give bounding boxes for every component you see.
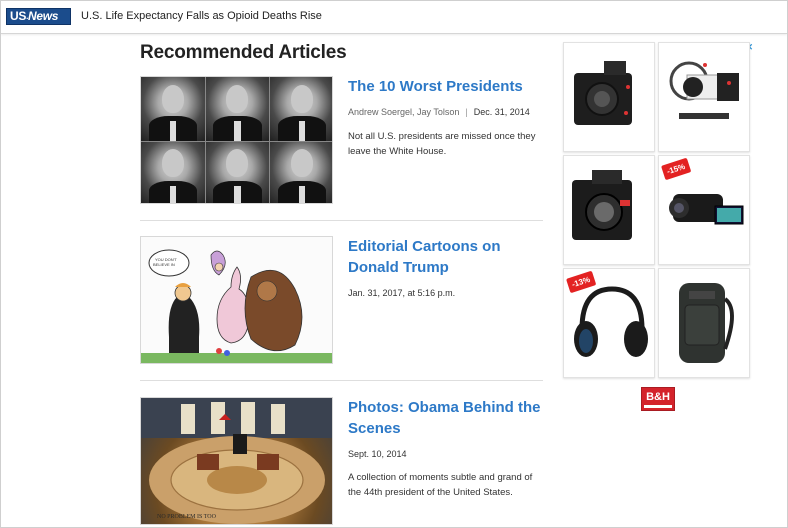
- top-headline-link[interactable]: U.S. Life Expectancy Falls as Opioid Dea…: [81, 10, 322, 22]
- president-portrait: [205, 141, 270, 203]
- top-bar: US.News U.S. Life Expectancy Falls as Op…: [1, 1, 787, 34]
- president-portrait: [141, 77, 205, 141]
- presidents-photo-grid: [141, 77, 332, 203]
- usnews-logo[interactable]: US.News: [6, 8, 71, 25]
- article-meta: Andrew Soergel, Jay Tolson | Dec. 31, 2014: [348, 107, 530, 117]
- ad-product-cinema-camera[interactable]: [563, 42, 655, 152]
- article-date: Sept. 10, 2014: [348, 449, 407, 459]
- article-title-link[interactable]: Photos: Obama Behind the Scenes: [348, 397, 548, 439]
- article-meta: Jan. 31, 2017, at 5:16 p.m.: [348, 288, 455, 298]
- svg-text:BELIEVE IN: BELIEVE IN: [153, 262, 175, 267]
- article-date: Jan. 31, 2017, at 5:16 p.m.: [348, 288, 456, 298]
- ad-product-camcorder[interactable]: -15%: [658, 155, 750, 265]
- article-card: YOU DON'T BELIEVE IN Editorial Cartoons …: [140, 236, 543, 366]
- ad-product-canon-cinema-camera[interactable]: [563, 155, 655, 265]
- bh-logo-text: B&H: [646, 391, 670, 403]
- ad-product-camera-backpack[interactable]: [658, 268, 750, 378]
- ad-panel: ▷✕: [563, 42, 753, 378]
- article-divider: [140, 220, 543, 221]
- article-thumbnail-presidents[interactable]: [140, 76, 333, 204]
- oval-office-photo: NO PROBLEM IS TOO: [141, 398, 332, 524]
- article-description: Not all U.S. presidents are missed once …: [348, 131, 536, 157]
- editorial-cartoon-image: YOU DON'T BELIEVE IN: [141, 237, 332, 363]
- section-title: Recommended Articles: [140, 42, 347, 63]
- meta-separator: |: [465, 107, 468, 117]
- article-thumbnail-oval-office[interactable]: NO PROBLEM IS TOO: [140, 397, 333, 525]
- svg-text:NO PROBLEM IS TOO: NO PROBLEM IS TOO: [157, 514, 217, 520]
- ad-product-camera-rig[interactable]: [658, 42, 750, 152]
- article-authors[interactable]: Andrew Soergel, Jay Tolson: [348, 107, 459, 117]
- article-card: NO PROBLEM IS TOO Photos: Obama Behind t…: [140, 397, 543, 527]
- article-card: The 10 Worst Presidents Andrew Soergel, …: [140, 76, 543, 206]
- logo-us-text: US: [10, 9, 27, 23]
- article-meta: Sept. 10, 2014: [348, 449, 407, 459]
- ad-product-headphones[interactable]: -13%: [563, 268, 655, 378]
- article-title-link[interactable]: The 10 Worst Presidents: [348, 76, 548, 97]
- article-thumbnail-cartoon[interactable]: YOU DON'T BELIEVE IN: [140, 236, 333, 364]
- president-portrait: [141, 141, 205, 203]
- article-title-link[interactable]: Editorial Cartoons on Donald Trump: [348, 236, 548, 278]
- president-portrait: [205, 77, 270, 141]
- president-portrait: [270, 141, 332, 203]
- article-divider: [140, 380, 543, 381]
- page-frame: US.News U.S. Life Expectancy Falls as Op…: [0, 0, 788, 528]
- president-portrait: [270, 77, 332, 141]
- logo-news-text: News: [28, 9, 59, 23]
- bh-advertiser-logo[interactable]: B&H: [641, 387, 675, 411]
- article-date: Dec. 31, 2014: [473, 107, 530, 117]
- article-description: A collection of moments subtle and grand…: [348, 472, 533, 498]
